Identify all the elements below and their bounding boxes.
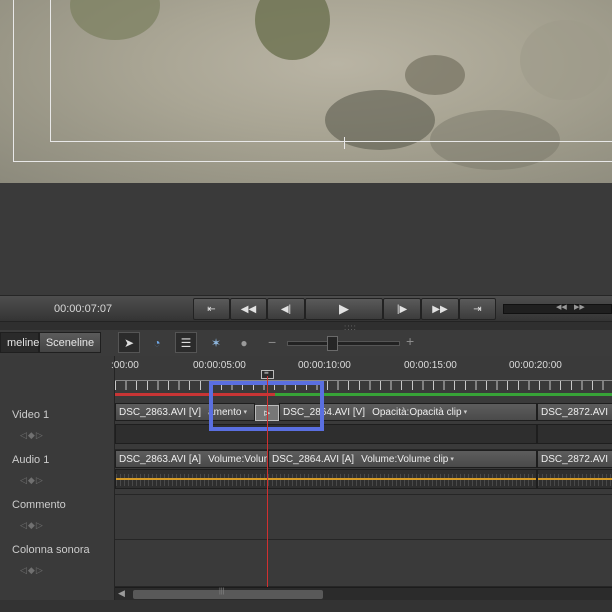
video-clip-body[interactable] (115, 424, 537, 444)
rewind-icon: ◀◀ (240, 303, 257, 315)
chevron-down-icon[interactable]: ▾ (464, 408, 468, 416)
scroll-grip-icon: ||| (219, 588, 225, 595)
tracks-area: DSC_2863.AVI [V] amento ▾ ⊳ DSC_2864.AVI… (115, 397, 612, 587)
track-headers: Video 1 ◁◆▷ Audio 1 ◁◆▷ Commento ◁◆▷ Col… (0, 356, 115, 612)
zoom-slider-thumb[interactable] (327, 336, 338, 351)
preview-monitor (0, 0, 612, 183)
play-icon: ▶ (339, 301, 349, 316)
clip-property[interactable]: Opacità:Opacità clip (372, 407, 462, 418)
video-clip-body[interactable] (537, 424, 612, 444)
selection-tool-button[interactable]: ➤ (118, 332, 140, 353)
timeline-scrollbar[interactable]: ◀ ||| (115, 587, 612, 600)
playhead-line[interactable] (267, 376, 268, 588)
keyframe-nav-icon[interactable]: ◁◆▷ (20, 430, 44, 441)
keyframe-nav-icon[interactable]: ◁◆▷ (20, 565, 44, 576)
track-name-video-1: Video 1 (12, 409, 50, 421)
clip-property[interactable]: Volume:Volume clip (208, 454, 267, 465)
chevron-down-icon[interactable]: ▾ (450, 455, 454, 463)
step-forward-icon: |▶ (396, 303, 408, 315)
shuttle-slider[interactable]: ◀◀ ▶▶ (503, 304, 612, 314)
tab-timeline[interactable]: meline (0, 332, 39, 353)
panel-divider[interactable]: :::: (0, 322, 612, 332)
track-name-commento: Commento (12, 499, 66, 511)
ruler-label: 00:00:05:00 (193, 360, 246, 371)
fast-forward-button[interactable]: ▶▶ (421, 298, 459, 320)
scrollbar-thumb[interactable]: ||| (133, 588, 323, 599)
go-to-start-button[interactable]: ⇤ (193, 298, 230, 320)
current-timecode[interactable]: 00:00:07:07 (54, 303, 112, 315)
audio-clip[interactable]: DSC_2864.AVI [A] Volume:Volume clip ▾ (268, 450, 537, 468)
stopwatch-icon: ◔ (153, 335, 161, 350)
ruler-label: 00:00:15:00 (404, 360, 457, 371)
go-to-end-button[interactable]: ⇥ (459, 298, 496, 320)
go-to-start-icon: ⇤ (207, 303, 216, 315)
rewind-button[interactable]: ◀◀ (230, 298, 267, 320)
time-ruler[interactable]: :00:00 00:00:05:00 00:00:10:00 00:00:15:… (111, 356, 612, 397)
empty-panel-area (0, 183, 612, 295)
zoom-in-icon[interactable]: + (406, 333, 414, 349)
keyframe-nav-icon[interactable]: ◁◆▷ (20, 475, 44, 486)
timeline-toolbar: meline Sceneline ➤ ◔ ☰ ✶ ● − + (0, 330, 612, 356)
tab-sceneline[interactable]: Sceneline (39, 332, 101, 353)
title-safe-inner (50, 0, 612, 142)
time-stretch-button[interactable]: ◔ (146, 332, 168, 353)
video-clip[interactable]: DSC_2872.AVI (537, 403, 612, 421)
sparkle-icon: ✶ (210, 335, 222, 350)
audio-waveform (116, 474, 536, 486)
volume-line[interactable] (116, 478, 536, 480)
lane-colonna-sonora[interactable] (115, 540, 612, 587)
clip-name: DSC_2863.AVI [A] (119, 453, 202, 465)
markers-button[interactable]: ☰ (175, 332, 197, 353)
scroll-left-icon[interactable]: ◀ (118, 588, 125, 599)
clip-name: DSC_2872.AVI (541, 453, 609, 465)
transport-bar: 00:00:07:07 ⇤ ◀◀ ◀| ▶ |▶ ▶▶ ⇥ ◀◀ ▶▶ (0, 295, 612, 322)
zoom-slider[interactable] (287, 341, 400, 346)
step-back-button[interactable]: ◀| (267, 298, 305, 320)
zoom-out-icon[interactable]: − (268, 334, 276, 350)
keyframe-nav-icon[interactable]: ◁◆▷ (20, 520, 44, 531)
go-to-end-icon: ⇥ (473, 303, 482, 315)
play-button[interactable]: ▶ (305, 298, 383, 320)
audio-clip[interactable]: DSC_2863.AVI [A] Volume:Volume clip ▾ (115, 450, 268, 468)
work-area-bar (275, 393, 612, 396)
clip-name: DSC_2863.AVI [V] (119, 406, 202, 418)
shuttle-right-icon: ▶▶ (574, 304, 585, 311)
lane-audio-1: DSC_2863.AVI [A] Volume:Volume clip ▾ DS… (115, 450, 612, 495)
cursor-arrow-icon: ➤ (123, 335, 135, 350)
clip-name: DSC_2872.AVI (541, 406, 609, 418)
track-name-colonna-sonora: Colonna sonora (12, 544, 90, 556)
center-cross (344, 137, 345, 149)
ruler-label: 00:00:10:00 (298, 360, 351, 371)
clip-property[interactable]: Volume:Volume clip (361, 454, 448, 465)
lane-video-1: DSC_2863.AVI [V] amento ▾ ⊳ DSC_2864.AVI… (115, 397, 612, 450)
effects-button[interactable]: ✶ (205, 332, 227, 353)
ruler-label: 00:00:20:00 (509, 360, 562, 371)
bottom-bar (0, 600, 612, 612)
fast-forward-icon: ▶▶ (432, 303, 448, 315)
ruler-ticks (115, 380, 612, 390)
ruler-label: :00:00 (111, 360, 139, 371)
track-name-audio-1: Audio 1 (12, 454, 50, 466)
step-forward-button[interactable]: |▶ (383, 298, 421, 320)
shuttle-left-icon: ◀◀ (556, 304, 567, 311)
audio-clip-body[interactable] (115, 469, 537, 489)
clip-name: DSC_2864.AVI [A] (272, 453, 355, 465)
volume-line[interactable] (538, 478, 612, 480)
list-icon: ☰ (180, 335, 192, 350)
audio-clip-body[interactable] (537, 469, 612, 489)
audio-waveform (538, 474, 612, 486)
audio-clip[interactable]: DSC_2872.AVI (537, 450, 612, 468)
render-button[interactable]: ● (233, 332, 255, 353)
lane-commento[interactable] (115, 495, 612, 540)
render-icon: ● (240, 335, 248, 350)
step-back-icon: ◀| (280, 303, 292, 315)
